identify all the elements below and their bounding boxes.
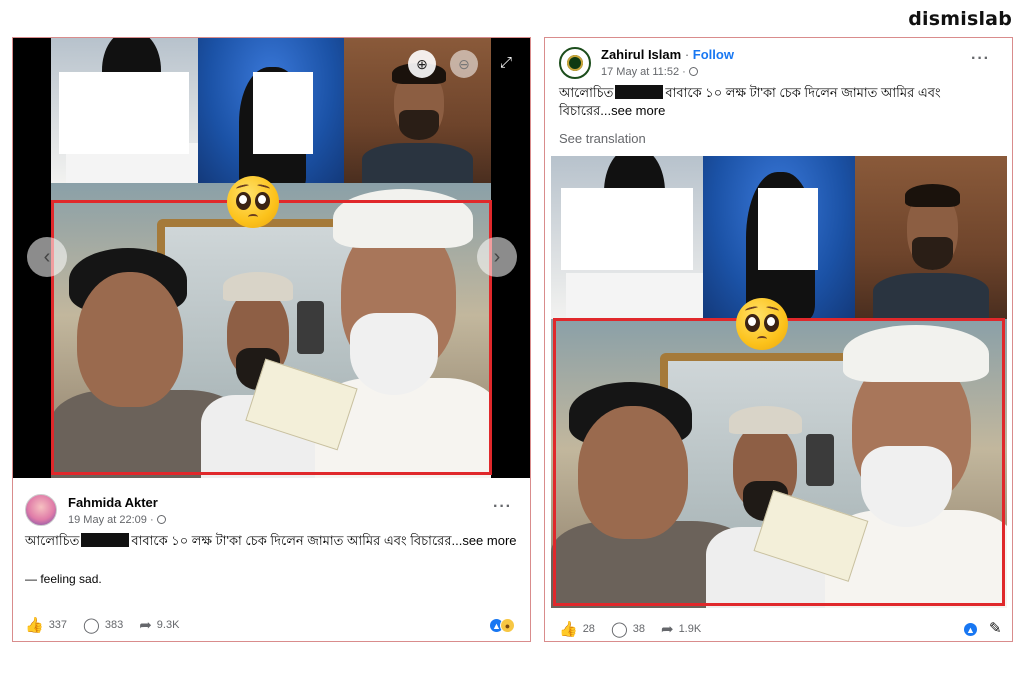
censor-box	[758, 188, 818, 270]
brand-logo: dismislab	[908, 8, 1012, 30]
globe-icon	[688, 67, 698, 76]
like-count: 337	[48, 619, 68, 631]
timestamp-text: 19 May at 22:09	[68, 514, 147, 526]
timestamp-text: 17 May at 11:52	[601, 66, 680, 78]
share-count: 9.3K	[156, 619, 180, 631]
photo-tile-1	[551, 156, 703, 319]
photo-top-strip	[551, 156, 1007, 319]
like-icon: 👍	[25, 617, 44, 634]
see-more-link[interactable]: see more	[611, 103, 665, 118]
share-icon: ➦	[660, 621, 674, 638]
share-icon: ➦	[139, 617, 152, 634]
text-part: বাবাকে ১০ লক্ষ টা'কা চেক দিলেন জামাত আমি…	[131, 533, 463, 548]
like-count: 28	[582, 623, 595, 635]
text-part: আলোচিত	[25, 533, 80, 548]
redaction-bar	[615, 85, 664, 99]
globe-icon	[156, 515, 166, 524]
share-count: 1.9K	[678, 623, 702, 635]
post-photo[interactable]: ‹ › ⊕ ⊖ ⤢	[13, 38, 530, 478]
post-text: আলোচিত বাবাকে ১০ লক্ষ টা'কা চেক দিলেন জাম…	[559, 84, 999, 120]
left-post-card: ‹ › ⊕ ⊖ ⤢ Fahmida Akter 19 May at 22:09 …	[12, 37, 531, 642]
see-translation-link[interactable]: See translation	[559, 131, 646, 146]
highlight-box	[553, 318, 1005, 606]
post-timestamp[interactable]: 19 May at 22:09 ·	[68, 514, 166, 526]
avatar[interactable]	[559, 47, 591, 79]
post-text: আলোচিত বাবাকে ১০ লক্ষ টা'কা চেক দিলেন জাম…	[25, 532, 521, 550]
previous-photo-button[interactable]: ‹	[27, 237, 67, 277]
sad-reaction-icon: ●	[500, 618, 515, 633]
censor-box	[561, 188, 693, 270]
zoom-out-icon[interactable]: ⊖	[450, 50, 478, 78]
post-photo[interactable]	[551, 156, 1007, 608]
author-name[interactable]: Zahirul Islam · Follow	[601, 47, 734, 62]
more-options-button[interactable]: ···	[971, 50, 990, 68]
post-timestamp[interactable]: 17 May at 11:52 ·	[601, 66, 698, 78]
post-actions: 👍 28 ◯ 38 ➦ 1.9K	[559, 620, 717, 638]
censor-box	[252, 72, 313, 154]
reaction-summary[interactable]: ▲	[963, 622, 978, 637]
like-button[interactable]: 👍 28	[559, 620, 595, 638]
post-actions: 👍 337 ◯ 383 ➦ 9.3K	[25, 616, 195, 634]
zoom-in-icon[interactable]: ⊕	[408, 50, 436, 78]
comment-count: 383	[104, 619, 124, 631]
comment-count: 38	[632, 623, 645, 635]
expand-icon[interactable]: ⤢	[500, 54, 512, 71]
feeling-status: — feeling sad.	[25, 572, 102, 586]
text-part: আলোচিত	[559, 85, 614, 100]
photo-tile-2	[197, 38, 345, 184]
edit-icon[interactable]: ✎	[989, 619, 1005, 637]
text-part: বাবাকে ১০ লক্ষ টা'কা চেক দিলেন জামাত আমি…	[665, 85, 941, 100]
right-post-card: Zahirul Islam · Follow 17 May at 11:52 ·…	[544, 37, 1013, 642]
share-button[interactable]: ➦ 9.3K	[139, 616, 179, 634]
comment-button[interactable]: ◯ 383	[83, 616, 123, 634]
photo-tile-1	[51, 38, 198, 184]
follow-button[interactable]: Follow	[693, 47, 734, 62]
comment-icon: ◯	[610, 621, 628, 638]
pleading-face-emoji	[736, 298, 788, 350]
next-photo-button[interactable]: ›	[477, 237, 517, 277]
pleading-face-emoji	[227, 176, 279, 228]
text-part: বিচারের...	[559, 103, 612, 118]
author-name[interactable]: Fahmida Akter	[68, 495, 158, 510]
avatar[interactable]	[25, 494, 57, 526]
censor-box	[59, 72, 189, 154]
share-button[interactable]: ➦ 1.9K	[661, 620, 701, 638]
photo-tile-3	[855, 156, 1007, 319]
like-button[interactable]: 👍 337	[25, 616, 67, 634]
comment-icon: ◯	[83, 617, 100, 634]
like-icon: 👍	[559, 621, 578, 638]
like-reaction-icon: ▲	[963, 622, 978, 637]
author-name-text: Zahirul Islam	[601, 47, 682, 62]
redaction-bar	[81, 533, 130, 547]
more-options-button[interactable]: ···	[493, 498, 512, 516]
photo-tile-2	[703, 156, 855, 319]
see-more-link[interactable]: see more	[462, 533, 516, 548]
reaction-summary[interactable]: ▲ ●	[489, 618, 515, 633]
comment-button[interactable]: ◯ 38	[611, 620, 645, 638]
highlight-box	[51, 200, 492, 475]
